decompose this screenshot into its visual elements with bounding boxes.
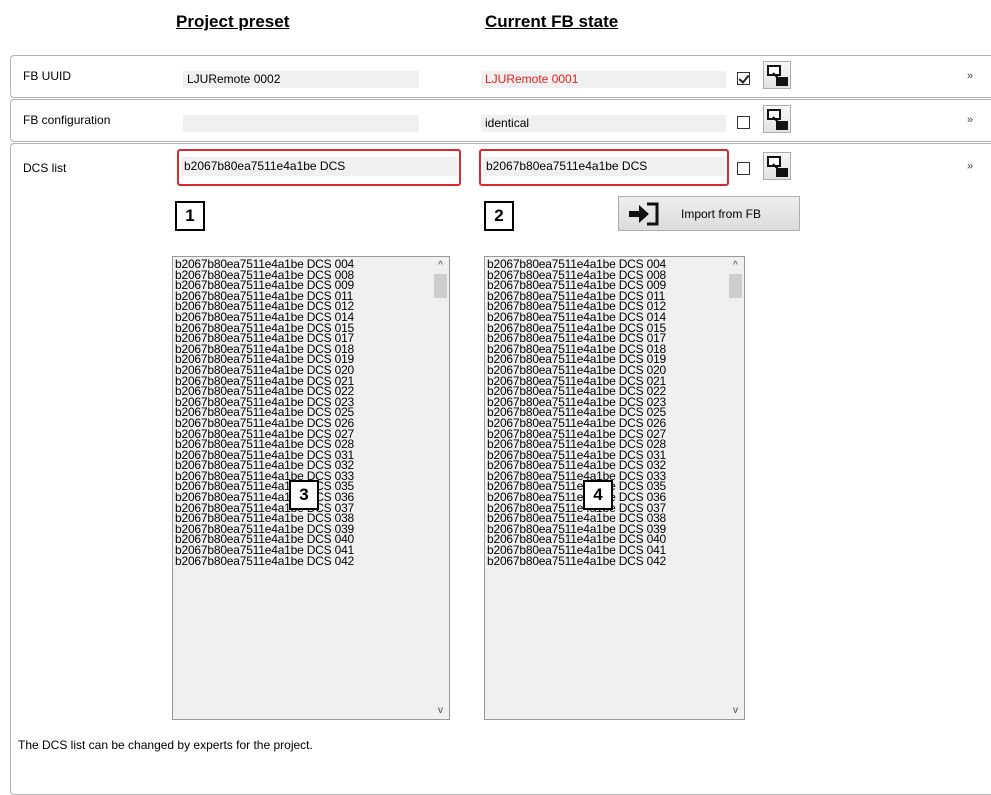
copy-to-preset-icon	[767, 156, 788, 177]
dcs-list-label: DCS list	[23, 161, 67, 175]
dcs-list-preset-field[interactable]: b2067b80ea7511e4a1be DCS	[181, 157, 457, 176]
fb-configuration-label: FB configuration	[23, 113, 111, 127]
fb-configuration-checkbox[interactable]	[737, 116, 750, 129]
fb-uuid-label: FB UUID	[23, 69, 71, 83]
scroll-up-icon[interactable]: ^	[727, 257, 744, 274]
scroll-thumb[interactable]	[434, 274, 447, 298]
scroll-thumb[interactable]	[729, 274, 742, 298]
import-from-fb-label: Import from FB	[681, 207, 762, 221]
fb-configuration-copy-button[interactable]	[763, 105, 791, 133]
marker-4: 4	[583, 480, 613, 510]
marker-1: 1	[175, 201, 205, 231]
copy-to-preset-icon	[767, 109, 788, 130]
current-fb-state-header: Current FB state	[485, 12, 619, 31]
dcs-list-checkbox[interactable]	[737, 162, 750, 175]
project-preset-header: Project preset	[176, 12, 290, 31]
dcs-list-current-field: b2067b80ea7511e4a1be DCS	[483, 157, 725, 176]
double-chevron-down-icon[interactable]: »	[967, 114, 973, 126]
list-item[interactable]: b2067b80ea7511e4a1be DCS 042	[487, 555, 726, 567]
marker-2: 2	[484, 201, 514, 231]
double-chevron-up-icon[interactable]: «	[967, 160, 973, 172]
copy-to-preset-icon	[767, 65, 788, 86]
current-dcs-items: b2067b80ea7511e4a1be DCS 004 b2067b80ea75…	[487, 258, 726, 567]
dcs-list-copy-button[interactable]	[763, 152, 791, 180]
import-from-fb-button[interactable]: Import from FB	[618, 196, 800, 231]
import-arrow-icon	[629, 202, 659, 226]
fb-uuid-copy-button[interactable]	[763, 61, 791, 89]
fb-configuration-preset-field[interactable]	[183, 115, 419, 132]
preset-dcs-items: b2067b80ea7511e4a1be DCS 004 b2067b80ea75…	[175, 258, 431, 567]
double-chevron-down-icon[interactable]: »	[967, 70, 973, 82]
scroll-up-icon[interactable]: ^	[432, 257, 449, 274]
marker-3: 3	[289, 480, 319, 510]
fb-uuid-current-field: LJURemote 0001	[481, 71, 726, 88]
dcs-current-highlight: b2067b80ea7511e4a1be DCS	[479, 149, 729, 186]
footer-note: The DCS list can be changed by experts f…	[18, 738, 313, 752]
current-dcs-listbox[interactable]: b2067b80ea7511e4a1be DCS 004 b2067b80ea75…	[484, 256, 745, 720]
preset-scrollbar[interactable]: ^ v	[432, 257, 449, 719]
fb-uuid-checkbox[interactable]	[737, 72, 750, 85]
fb-uuid-section: FB UUID LJURemote 0002 LJURemote 0001 »	[10, 55, 991, 98]
fb-configuration-current-field: identical	[481, 115, 726, 132]
list-item[interactable]: b2067b80ea7511e4a1be DCS 042	[175, 555, 431, 567]
dcs-preset-highlight: b2067b80ea7511e4a1be DCS	[177, 149, 461, 186]
fb-configuration-section: FB configuration identical »	[10, 99, 991, 142]
current-scrollbar[interactable]: ^ v	[727, 257, 744, 719]
scroll-down-icon[interactable]: v	[432, 702, 449, 719]
fb-uuid-preset-field[interactable]: LJURemote 0002	[183, 71, 419, 88]
scroll-down-icon[interactable]: v	[727, 702, 744, 719]
